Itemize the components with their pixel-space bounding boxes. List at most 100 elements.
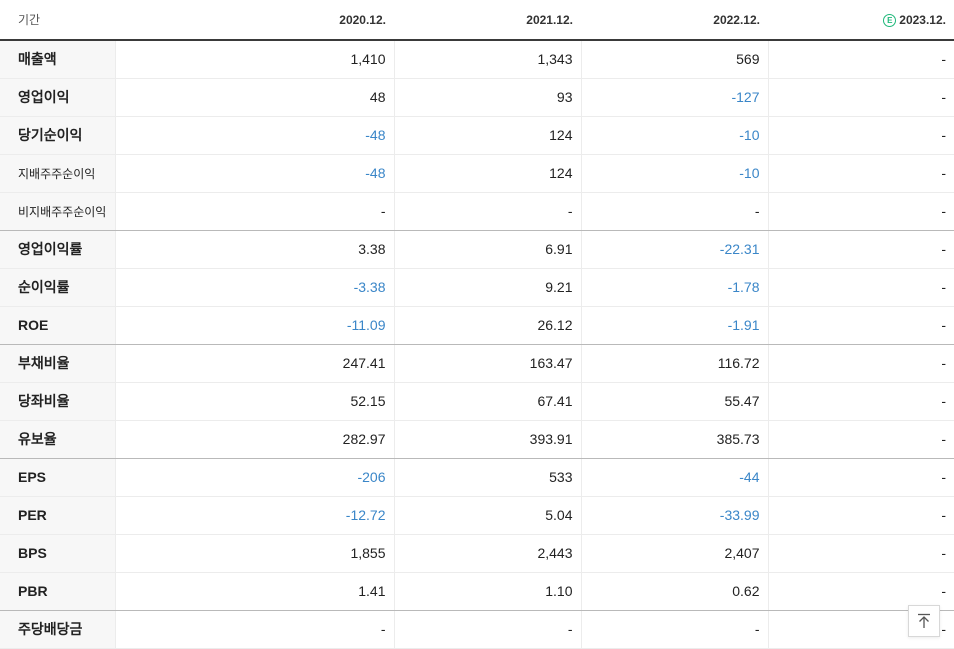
table-row: 지배주주순이익 -48 124 -10- — [0, 154, 954, 193]
value-cell: -10 — [580, 116, 768, 155]
value-cell: -12.72 — [114, 496, 394, 535]
table-row: 영업이익률 3.38 6.91 -22.31- — [0, 230, 954, 269]
row-label: ROE — [0, 306, 115, 345]
table-row: 유보율 282.97 393.91 385.73- — [0, 420, 954, 459]
value-cell: -48 — [114, 154, 394, 193]
row-label: 영업이익 — [0, 78, 115, 117]
value-cell: 247.41 — [114, 344, 394, 383]
value-cell: - — [767, 306, 954, 345]
value-cell: - — [767, 116, 954, 155]
value-cell: - — [393, 192, 581, 231]
value-cell: - — [767, 534, 954, 573]
table-row: 당좌비율 52.15 67.41 55.47- — [0, 382, 954, 421]
value-cell: -3.38 — [114, 268, 394, 307]
value-cell: 124 — [393, 116, 581, 155]
value-cell: 2,407 — [580, 534, 768, 573]
table-header-row: 기간 2020.12. 2021.12. 2022.12. E 2023.12. — [0, 0, 954, 41]
table-row: 순이익률 -3.38 9.21 -1.78- — [0, 268, 954, 307]
value-cell: - — [767, 458, 954, 497]
value-cell: 385.73 — [580, 420, 768, 459]
value-cell: -48 — [114, 116, 394, 155]
value-cell: - — [114, 192, 394, 231]
value-cell: -33.99 — [580, 496, 768, 535]
value-cell: 93 — [393, 78, 581, 117]
table-row: 매출액 1,410 1,343 569- — [0, 40, 954, 79]
year-header-label: 2023.12. — [899, 12, 946, 27]
row-label: 부채비율 — [0, 344, 115, 383]
table-row: 부채비율 247.41 163.47 116.72- — [0, 344, 954, 383]
arrow-up-to-top-icon — [918, 613, 930, 628]
value-cell: 6.91 — [393, 230, 581, 269]
value-cell: - — [767, 78, 954, 117]
value-cell: 393.91 — [393, 420, 581, 459]
value-cell: - — [767, 154, 954, 193]
row-label: 비지배주주순이익 — [0, 192, 115, 231]
table-row: BPS 1,855 2,443 2,407- — [0, 534, 954, 573]
table-row: PER -12.72 5.04 -33.99- — [0, 496, 954, 535]
table-row: 영업이익 48 93 -127- — [0, 78, 954, 117]
value-cell: 52.15 — [114, 382, 394, 421]
row-label: 당기순이익 — [0, 116, 115, 155]
value-cell: 163.47 — [393, 344, 581, 383]
value-cell: -206 — [114, 458, 394, 497]
value-cell: -1.78 — [580, 268, 768, 307]
value-cell: 1,410 — [114, 40, 394, 79]
value-cell: -44 — [580, 458, 768, 497]
value-cell: -11.09 — [114, 306, 394, 345]
row-label: BPS — [0, 534, 115, 573]
value-cell: - — [767, 192, 954, 231]
year-header: 2022.12. — [581, 0, 768, 41]
estimate-icon: E — [883, 13, 897, 27]
value-cell: 0.62 — [580, 572, 768, 611]
table-row: 주당배당금 - - - - — [0, 610, 954, 649]
table-row: EPS -206 533 -44- — [0, 458, 954, 497]
value-cell: -1.91 — [580, 306, 768, 345]
value-cell: 9.21 — [393, 268, 581, 307]
value-cell: 5.04 — [393, 496, 581, 535]
scroll-to-top-button[interactable] — [908, 605, 940, 637]
period-header: 기간 — [0, 0, 115, 41]
row-label: 유보율 — [0, 420, 115, 459]
value-cell: 67.41 — [393, 382, 581, 421]
table-row: PBR 1.41 1.10 0.62- — [0, 572, 954, 611]
table-row: 당기순이익 -48 124 -10- — [0, 116, 954, 155]
year-header: 2020.12. — [115, 0, 394, 41]
row-label: PER — [0, 496, 115, 535]
value-cell: 26.12 — [393, 306, 581, 345]
row-label: 영업이익률 — [0, 230, 115, 269]
year-header-estimate: E 2023.12. — [768, 0, 954, 41]
value-cell: - — [580, 610, 768, 649]
value-cell: - — [767, 268, 954, 307]
value-cell: 48 — [114, 78, 394, 117]
value-cell: - — [580, 192, 768, 231]
value-cell: 3.38 — [114, 230, 394, 269]
financial-summary-table: 기간 2020.12. 2021.12. 2022.12. E 2023.12. … — [0, 0, 954, 649]
value-cell: 1,343 — [393, 40, 581, 79]
value-cell: - — [114, 610, 394, 649]
value-cell: 2,443 — [393, 534, 581, 573]
value-cell: -10 — [580, 154, 768, 193]
value-cell: 124 — [393, 154, 581, 193]
value-cell: -22.31 — [580, 230, 768, 269]
value-cell: 55.47 — [580, 382, 768, 421]
table-row: 비지배주주순이익 - - - - — [0, 192, 954, 231]
value-cell: - — [393, 610, 581, 649]
row-label: PBR — [0, 572, 115, 611]
row-label: 매출액 — [0, 40, 115, 79]
table-row: ROE -11.09 26.12 -1.91- — [0, 306, 954, 345]
value-cell: - — [767, 420, 954, 459]
value-cell: 533 — [393, 458, 581, 497]
value-cell: - — [767, 496, 954, 535]
value-cell: - — [767, 230, 954, 269]
value-cell: - — [767, 382, 954, 421]
value-cell: 1.41 — [114, 572, 394, 611]
value-cell: - — [767, 40, 954, 79]
row-label: 지배주주순이익 — [0, 154, 115, 193]
year-header: 2021.12. — [394, 0, 581, 41]
value-cell: 1,855 — [114, 534, 394, 573]
row-label: 순이익률 — [0, 268, 115, 307]
value-cell: 569 — [580, 40, 768, 79]
value-cell: 1.10 — [393, 572, 581, 611]
row-label: 주당배당금 — [0, 610, 115, 649]
value-cell: 116.72 — [580, 344, 768, 383]
